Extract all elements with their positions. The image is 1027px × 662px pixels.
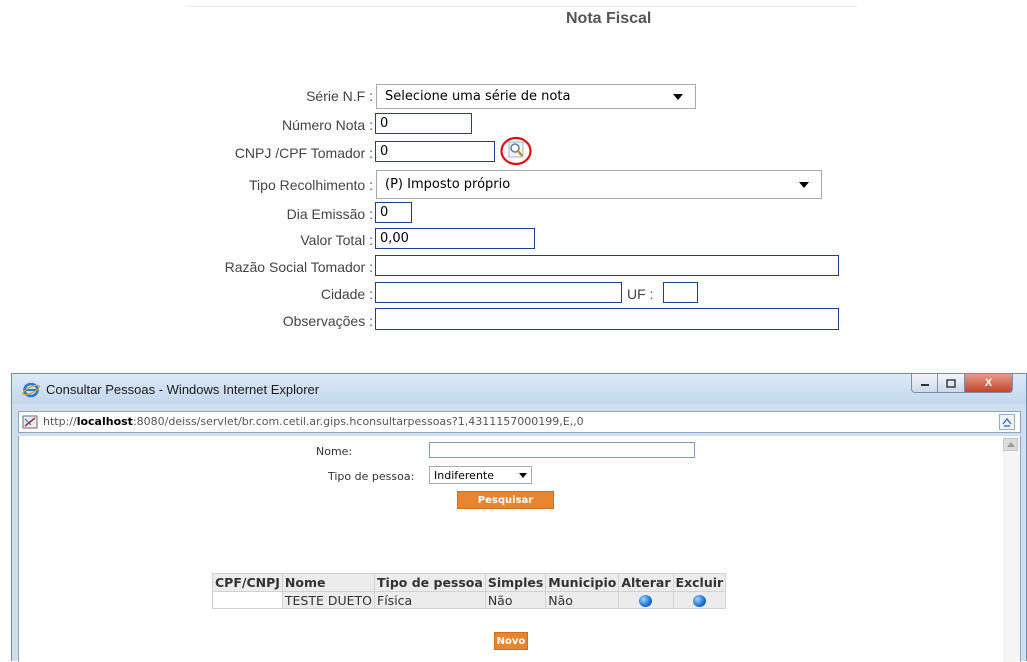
excluir-cell [672, 591, 727, 609]
tipo-cell: Física [374, 591, 486, 609]
observacoes-input[interactable] [375, 308, 839, 330]
compatibility-view-button[interactable] [999, 414, 1015, 430]
column-header: Simples [484, 573, 547, 592]
column-header: Municipio [545, 573, 620, 592]
numero-input[interactable]: 0 [375, 113, 472, 134]
serie-select[interactable]: Selecione uma série de nota [376, 84, 696, 109]
scroll-up-icon[interactable] [1003, 438, 1018, 451]
simples-cell: Não [484, 591, 547, 609]
table-row[interactable]: TESTE DUETO Física Não Não [212, 591, 727, 609]
column-header: Tipo de pessoa [374, 573, 486, 592]
serie-select-value: Selecione uma série de nota [385, 89, 571, 104]
popup-content: Nome: Tipo de pessoa: Indiferente Pesqui… [18, 436, 1021, 662]
vertical-scrollbar[interactable] [1003, 436, 1020, 662]
observacoes-label: Observações : [282, 313, 373, 329]
minimize-button[interactable] [911, 374, 938, 393]
valor-total-label: Valor Total : [300, 232, 373, 248]
top-divider [187, 6, 857, 7]
ie-logo-icon [22, 382, 40, 398]
results-table: CPF/CNPJ Nome Tipo de pessoa Simples Mun… [212, 573, 727, 609]
column-header: Alterar [618, 573, 674, 592]
alterar-globe-icon[interactable] [639, 595, 653, 607]
nome-label: Nome: [316, 445, 353, 458]
serie-label: Série N.F : [306, 88, 373, 104]
minimize-icon [920, 384, 929, 386]
uf-input[interactable] [663, 282, 698, 303]
compatibility-icon [1002, 417, 1012, 427]
column-header: CPF/CNPJ [212, 573, 283, 592]
address-bar[interactable]: http://localhost:8080/deiss/servlet/br.c… [18, 411, 1021, 433]
column-header: Excluir [672, 573, 727, 592]
cpf-cell [212, 591, 283, 609]
cnpj-label: CNPJ /CPF Tomador : [234, 145, 373, 161]
dia-emissao-label: Dia Emissão : [286, 206, 373, 222]
maximize-button[interactable] [938, 374, 965, 393]
table-header-row: CPF/CNPJ Nome Tipo de pessoa Simples Mun… [212, 573, 727, 592]
valor-total-input[interactable]: 0,00 [375, 228, 535, 249]
tipo-pessoa-value: Indiferente [434, 468, 494, 482]
magnifier-icon[interactable] [500, 136, 532, 166]
nome-input[interactable] [429, 442, 695, 458]
page-title: Nota Fiscal [566, 10, 652, 27]
page-icon [22, 415, 38, 429]
nome-cell: TESTE DUETO [281, 591, 376, 609]
close-button[interactable]: X [965, 374, 1013, 393]
chevron-down-icon [673, 93, 683, 100]
alterar-cell [618, 591, 674, 609]
tipo-recolhimento-value: (P) Imposto próprio [385, 177, 511, 192]
cnpj-input[interactable]: 0 [375, 141, 495, 162]
razao-social-label: Razão Social Tomador : [224, 259, 373, 275]
tipo-pessoa-label: Tipo de pessoa: [328, 470, 415, 483]
window-title: Consultar Pessoas - Windows Internet Exp… [46, 382, 320, 397]
pesquisar-button[interactable]: Pesquisar [457, 491, 554, 509]
tipo-pessoa-select[interactable]: Indiferente [429, 466, 532, 484]
window-controls: X [911, 374, 1025, 394]
tipo-recolhimento-label: Tipo Recolhimento : [249, 177, 373, 193]
popup-window: Consultar Pessoas - Windows Internet Exp… [11, 373, 1027, 662]
excluir-globe-icon[interactable] [692, 595, 706, 607]
municipio-cell: Não [545, 591, 620, 609]
close-icon: X [984, 377, 993, 389]
novo-button[interactable]: Novo [494, 632, 528, 650]
window-titlebar[interactable]: Consultar Pessoas - Windows Internet Exp… [12, 374, 1026, 404]
cidade-input[interactable] [375, 282, 622, 303]
maximize-icon [946, 378, 956, 388]
tipo-recolhimento-select[interactable]: (P) Imposto próprio [376, 170, 822, 199]
chevron-down-icon [799, 181, 809, 188]
uf-label: UF : [627, 286, 654, 302]
razao-social-input[interactable] [375, 255, 839, 276]
cidade-label: Cidade : [320, 286, 373, 302]
numero-label: Número Nota : [281, 117, 373, 133]
address-url: http://localhost:8080/deiss/servlet/br.c… [43, 415, 584, 428]
column-header: Nome [281, 573, 376, 592]
dia-emissao-input[interactable]: 0 [375, 202, 412, 223]
chevron-down-icon [519, 472, 527, 478]
